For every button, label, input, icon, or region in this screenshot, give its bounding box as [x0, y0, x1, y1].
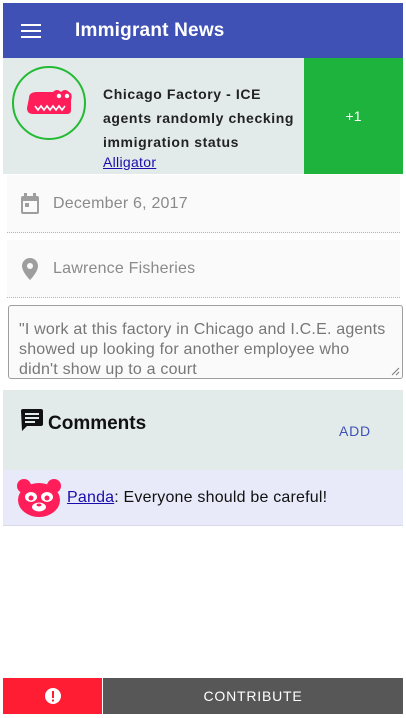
reporter-avatar: [12, 66, 86, 140]
app-bar: Immigrant News: [3, 3, 403, 58]
reporter-link[interactable]: Alligator: [103, 154, 156, 170]
description-text: "I work at this factory in Chicago and I…: [19, 321, 386, 378]
hamburger-menu-icon: [21, 23, 41, 38]
report-title: Chicago Factory - ICE agents randomly ch…: [103, 86, 295, 150]
comment-author-link[interactable]: Panda: [67, 489, 114, 506]
location-field[interactable]: Lawrence Fisheries: [7, 240, 400, 298]
location-pin-icon: [22, 257, 38, 280]
date-value: December 6, 2017: [53, 194, 188, 212]
comment-item: Panda: Everyone should be careful!: [3, 470, 403, 526]
location-icon-wrap: [7, 257, 53, 280]
comment-text: Panda: Everyone should be careful!: [67, 489, 327, 507]
comment-icon: [21, 409, 43, 431]
comments-section: Comments ADD: [3, 390, 403, 470]
alligator-icon: [27, 90, 72, 114]
alert-icon: [44, 688, 61, 704]
calendar-icon: [21, 192, 39, 214]
add-comment-button[interactable]: ADD: [339, 423, 371, 439]
app-title: Immigrant News: [75, 19, 225, 41]
contribute-button[interactable]: CONTRIBUTE: [103, 678, 403, 714]
location-value: Lawrence Fisheries: [53, 259, 196, 277]
panda-icon: [17, 478, 61, 517]
menu-button[interactable]: [3, 3, 59, 58]
description-textarea[interactable]: "I work at this factory in Chicago and I…: [8, 305, 403, 379]
upvote-button[interactable]: +1: [304, 58, 403, 174]
resize-handle-icon[interactable]: [390, 366, 400, 376]
comment-body: : Everyone should be careful!: [114, 488, 328, 506]
date-icon-wrap: [7, 192, 53, 215]
date-field[interactable]: December 6, 2017: [7, 175, 400, 233]
bottom-bar: CONTRIBUTE: [3, 678, 403, 714]
report-header: Chicago Factory - ICE agents randomly ch…: [3, 58, 403, 174]
alert-button[interactable]: [3, 678, 102, 714]
comments-title: Comments: [48, 413, 147, 434]
